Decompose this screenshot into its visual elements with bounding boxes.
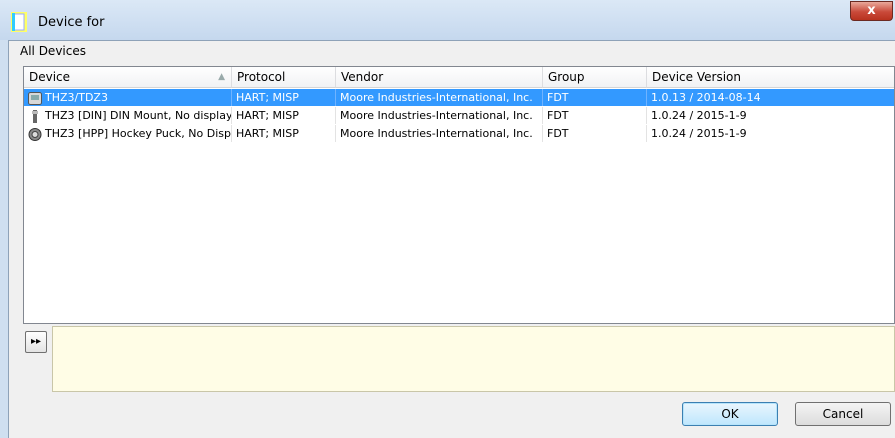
din-rail-icon [32,109,38,123]
close-button[interactable]: x [850,1,893,21]
column-header-label: Vendor [341,70,384,84]
vendor-cell: Moore Industries-International, Inc. [336,89,543,106]
group-cell: FDT [543,107,647,124]
description-panel [52,326,895,392]
device-cell: THZ3 [DIN] DIN Mount, No display [24,107,232,124]
cancel-button[interactable]: Cancel [795,402,891,426]
hockey-puck-icon [28,127,42,141]
sort-ascending-icon: ▲ [218,72,225,82]
device-list[interactable]: Device ▲ Protocol Vendor Group Device Ve… [23,66,895,324]
dialog-window: Device for x All Devices Device ▲ Protoc… [0,0,895,438]
device-cell: THZ3 [HPP] Hockey Puck, No Display [24,125,232,142]
column-header-protocol[interactable]: Protocol [232,67,336,88]
device-name: THZ3 [HPP] Hockey Puck, No Display [45,127,232,140]
double-arrow-right-icon: ▸▸ [30,336,42,347]
title-bar[interactable]: Device for x [0,0,895,40]
group-cell: FDT [543,125,647,142]
version-cell: 1.0.24 / 2015-1-9 [651,109,747,122]
version-cell: 1.0.24 / 2015-1-9 [651,127,747,140]
protocol-cell: HART; MISP [232,125,336,142]
group-cell: FDT [543,89,647,106]
table-row[interactable]: THZ3 [HPP] Hockey Puck, No Display HART;… [24,125,894,142]
app-icon [11,12,27,32]
column-header-device[interactable]: Device ▲ [24,67,232,88]
table-row[interactable]: THZ3 [DIN] DIN Mount, No display HART; M… [24,107,894,124]
ok-button[interactable]: OK [682,402,778,426]
table-row[interactable]: THZ3/TDZ3 HART; MISP Moore Industries-In… [24,89,894,106]
column-header-label: Protocol [237,70,286,84]
expand-description-button[interactable]: ▸▸ [25,331,47,353]
column-header-vendor[interactable]: Vendor [336,67,543,88]
device-cell: THZ3/TDZ3 [24,89,232,106]
group-label: All Devices [20,44,86,58]
column-header-label: Device [29,70,71,84]
column-header-label: Device Version [652,70,741,84]
window-title: Device for [38,15,105,30]
vendor-cell: Moore Industries-International, Inc. [336,125,543,142]
protocol-cell: HART; MISP [232,107,336,124]
device-name: THZ3 [DIN] DIN Mount, No display [45,109,232,122]
column-header-label: Group [548,70,585,84]
protocol-cell: HART; MISP [232,89,336,106]
column-header-group[interactable]: Group [543,67,647,88]
device-module-icon [28,91,42,105]
vendor-cell: Moore Industries-International, Inc. [336,107,543,124]
version-cell: 1.0.13 / 2014-08-14 [651,91,761,104]
column-header-device-version[interactable]: Device Version [647,67,894,88]
device-name: THZ3/TDZ3 [45,91,108,104]
